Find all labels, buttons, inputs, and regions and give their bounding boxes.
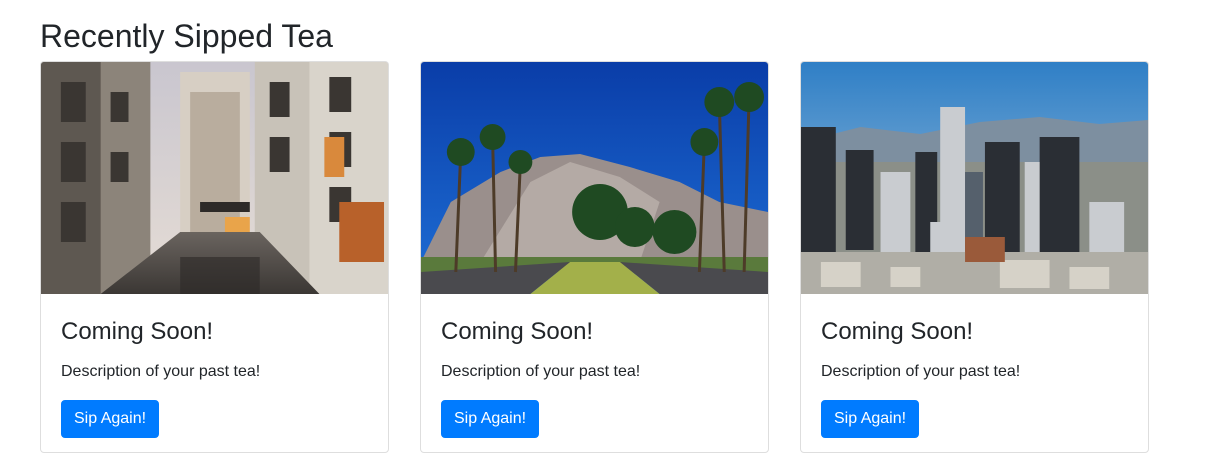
section-title: Recently Sipped Tea: [40, 18, 333, 54]
sip-again-button[interactable]: Sip Again!: [821, 400, 920, 438]
sip-again-button[interactable]: Sip Again!: [61, 400, 160, 438]
card-image-city-skyline: [801, 62, 1148, 294]
sip-again-button[interactable]: Sip Again!: [441, 400, 540, 438]
card-title: Coming Soon!: [61, 318, 214, 345]
tea-card: Coming Soon! Description of your past te…: [800, 61, 1149, 453]
card-title: Coming Soon!: [821, 318, 974, 345]
card-image-city-street: [41, 62, 388, 294]
card-title: Coming Soon!: [441, 318, 594, 345]
card-row: Coming Soon! Description of your past te…: [40, 61, 1149, 453]
card-image-palm-road: [421, 62, 768, 294]
card-description: Description of your past tea!: [441, 363, 641, 380]
card-description: Description of your past tea!: [821, 363, 1021, 380]
card-description: Description of your past tea!: [61, 363, 261, 380]
tea-card: Coming Soon! Description of your past te…: [420, 61, 769, 453]
tea-card: Coming Soon! Description of your past te…: [40, 61, 389, 453]
